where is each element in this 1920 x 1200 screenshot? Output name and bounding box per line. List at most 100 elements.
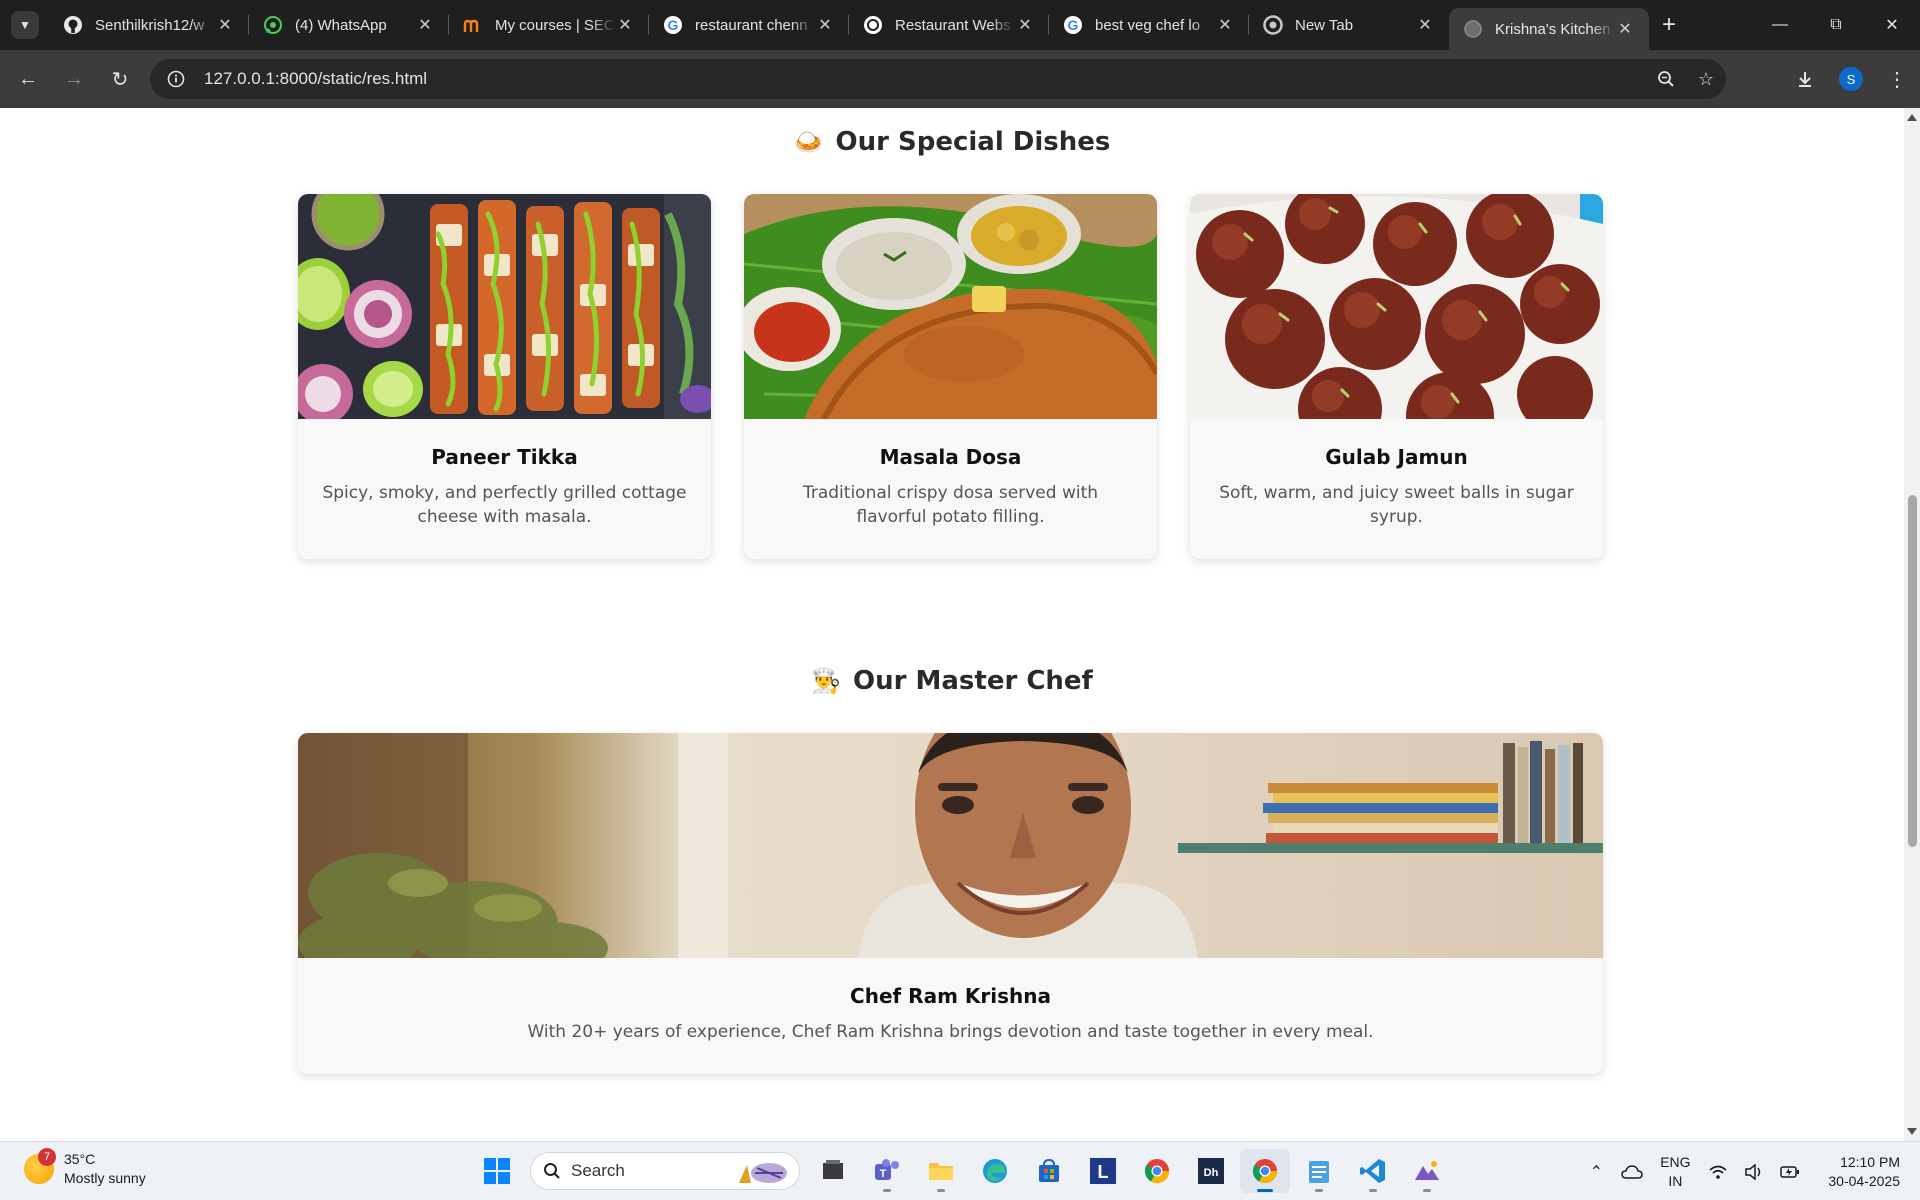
gulab-jamun-image — [1190, 194, 1603, 419]
tab-title: best veg chef lo — [1095, 16, 1201, 34]
taskbar-apps: Search T L Dh — [470, 1149, 1454, 1193]
running-indicator — [1257, 1189, 1273, 1192]
tab-whatsapp[interactable]: (4) WhatsApp ✕ — [249, 0, 449, 50]
wifi-icon[interactable] — [1700, 1164, 1736, 1180]
close-icon[interactable]: ✕ — [815, 15, 835, 35]
site-info-icon[interactable] — [156, 70, 196, 88]
github-icon — [63, 15, 83, 35]
language-code: ENG — [1660, 1153, 1691, 1170]
running-indicator — [1423, 1189, 1431, 1192]
tab-github[interactable]: Senthilkrish12/w ✕ — [49, 0, 249, 50]
close-icon[interactable]: ✕ — [215, 15, 235, 35]
clock-date: 30-04-2025 — [1828, 1172, 1900, 1189]
scroll-up-icon[interactable] — [1907, 114, 1917, 121]
dish-description: Soft, warm, and juicy sweet balls in sug… — [1219, 483, 1574, 527]
onedrive-cloud-icon[interactable] — [1614, 1164, 1650, 1179]
tab-restaurant-website[interactable]: Restaurant Webs ✕ — [849, 0, 1049, 50]
dish-description: Spicy, smoky, and perfectly grilled cott… — [322, 483, 687, 527]
windows-start-icon — [484, 1158, 510, 1184]
edge-icon[interactable] — [970, 1149, 1020, 1193]
special-dishes-heading: 🍛 Our Special Dishes — [0, 124, 1904, 160]
vscode-icon[interactable] — [1348, 1149, 1398, 1193]
l-app-icon[interactable]: L — [1078, 1149, 1128, 1193]
search-icon — [544, 1163, 560, 1179]
dish-name: Paneer Tikka — [431, 445, 578, 469]
close-icon[interactable]: ✕ — [615, 15, 635, 35]
taskbar-search[interactable]: Search — [530, 1152, 800, 1190]
dish-name: Masala Dosa — [879, 445, 1022, 469]
tab-new-tab[interactable]: New Tab ✕ — [1249, 0, 1449, 50]
new-tab-button[interactable]: + — [1649, 11, 1689, 39]
master-chef-heading: 👨‍🍳 Our Master Chef — [0, 663, 1904, 699]
chrome-icon — [1263, 15, 1283, 35]
tab-title: New Tab — [1295, 16, 1354, 34]
dish-card-masala-dosa: Masala Dosa Traditional crispy dosa serv… — [744, 194, 1157, 559]
clock[interactable]: 12:10 PM 30-04-2025 — [1828, 1153, 1900, 1191]
section-title: Our Master Chef — [853, 666, 1093, 696]
url-text[interactable]: 127.0.0.1:8000/static/res.html — [204, 69, 1646, 89]
battery-icon[interactable] — [1772, 1165, 1808, 1179]
app-icon[interactable]: Dh — [1186, 1149, 1236, 1193]
forward-button[interactable]: → — [54, 59, 94, 99]
photos-icon[interactable] — [1402, 1149, 1452, 1193]
close-icon[interactable]: ✕ — [1615, 19, 1635, 39]
close-window-icon[interactable]: ✕ — [1864, 0, 1920, 50]
chef-card: Chef Ram Krishna With 20+ years of exper… — [298, 733, 1603, 1074]
window-controls: — ⧉ ✕ — [1752, 0, 1920, 50]
weather-widget[interactable]: 7 35°C Mostly sunny — [24, 1148, 146, 1188]
tab-best-veg-chef[interactable]: G best veg chef lo ✕ — [1049, 0, 1249, 50]
windows-taskbar: 7 35°C Mostly sunny Search T L Dh ⌃ ENG … — [0, 1141, 1920, 1200]
zoom-icon[interactable] — [1646, 70, 1686, 88]
reload-button[interactable]: ↻ — [100, 59, 140, 99]
close-icon[interactable]: ✕ — [1015, 15, 1035, 35]
back-button[interactable]: ← — [8, 59, 48, 99]
notification-badge: 7 — [38, 1148, 56, 1166]
volume-icon[interactable] — [1736, 1163, 1772, 1180]
tab-title: restaurant chenn — [695, 16, 808, 34]
teams-icon[interactable]: T — [862, 1149, 912, 1193]
chrome-icon[interactable] — [1132, 1149, 1182, 1193]
tab-title: (4) WhatsApp — [295, 16, 387, 34]
running-indicator — [1315, 1189, 1323, 1192]
tab-krishnas-kitchen[interactable]: Krishna's Kitchen ✕ — [1449, 8, 1649, 50]
scrollbar-thumb[interactable] — [1908, 495, 1917, 847]
download-icon[interactable] — [1782, 69, 1828, 89]
google-icon: G — [1063, 15, 1083, 35]
notepad-icon[interactable] — [1294, 1149, 1344, 1193]
tab-my-courses[interactable]: My courses | SEC ✕ — [449, 0, 649, 50]
chrome-active-icon[interactable] — [1240, 1149, 1290, 1193]
profile-button[interactable]: S — [1828, 67, 1874, 91]
reload-icon: ↻ — [111, 68, 129, 91]
file-manager-icon[interactable] — [808, 1149, 858, 1193]
chevron-down-icon: ▼ — [19, 18, 31, 32]
close-icon[interactable]: ✕ — [1415, 15, 1435, 35]
menu-kebab-icon[interactable]: ⋮ — [1874, 67, 1920, 92]
tab-restaurant-search[interactable]: G restaurant chenn ✕ — [649, 0, 849, 50]
scroll-down-icon[interactable] — [1907, 1128, 1917, 1135]
chevron-up-icon[interactable]: ⌃ — [1578, 1162, 1614, 1182]
dish-card-paneer-tikka: Paneer Tikka Spicy, smoky, and perfectly… — [298, 194, 711, 559]
running-indicator — [937, 1189, 945, 1192]
page-viewport: 🍛 Our Special Dishes Paneer Tikka Spicy,… — [0, 108, 1904, 1141]
start-button[interactable] — [472, 1149, 522, 1193]
region-code: IN — [1668, 1172, 1683, 1189]
page-scrollbar[interactable] — [1904, 108, 1920, 1141]
whatsapp-icon — [263, 15, 283, 35]
minimize-icon[interactable]: — — [1752, 0, 1808, 50]
language-indicator[interactable]: ENG IN — [1650, 1153, 1700, 1191]
system-tray: ⌃ ENG IN 12:10 PM 30-04-2025 — [1578, 1142, 1920, 1200]
search-label: Search — [571, 1161, 625, 1180]
address-bar[interactable]: 127.0.0.1:8000/static/res.html ☆ — [150, 59, 1726, 99]
tab-title: Senthilkrish12/w — [95, 16, 205, 34]
toolbar-actions: S ⋮ — [1782, 59, 1920, 99]
moodle-icon — [463, 15, 483, 35]
file-explorer-icon[interactable] — [916, 1149, 966, 1193]
close-icon[interactable]: ✕ — [415, 15, 435, 35]
weather-temp: 35°C — [64, 1151, 96, 1167]
tab-search-button[interactable]: ▼ — [11, 11, 39, 39]
store-icon[interactable] — [1024, 1149, 1074, 1193]
bookmark-star-icon[interactable]: ☆ — [1686, 69, 1726, 90]
restore-icon[interactable]: ⧉ — [1808, 0, 1864, 50]
tab-title: Restaurant Webs — [895, 16, 1011, 34]
close-icon[interactable]: ✕ — [1215, 15, 1235, 35]
